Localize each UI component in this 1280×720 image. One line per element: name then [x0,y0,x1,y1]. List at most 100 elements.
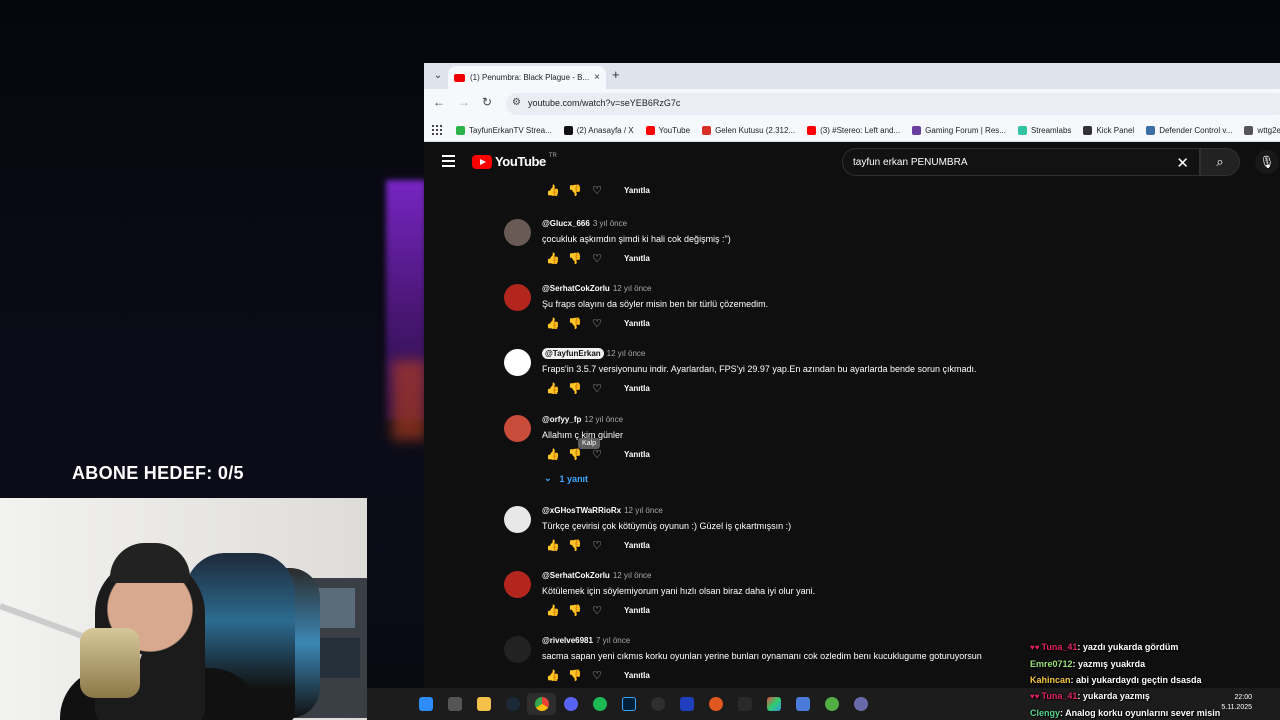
reply-button[interactable]: Yanıtla [624,186,650,195]
avatar[interactable] [504,284,531,311]
heart-icon[interactable]: ♡ [586,252,608,265]
app-icon[interactable] [701,693,730,715]
heart-icon[interactable]: ♡ [586,669,608,682]
windows-start-icon[interactable] [411,693,440,715]
avatar[interactable] [504,506,531,533]
bookmark-label: Defender Control v... [1159,125,1233,135]
obs-icon[interactable] [643,693,672,715]
app-circle-icon[interactable] [846,693,875,715]
bookmark-item[interactable]: wttg2e [1244,125,1280,135]
like-icon[interactable]: 👍 [542,604,564,617]
comment-author[interactable]: @SerhatCokZorlu [542,284,610,293]
avatar[interactable] [504,415,531,442]
apps-grid-icon[interactable] [432,125,442,135]
comment-author[interactable]: @TayfunErkan [542,348,604,359]
heart-icon[interactable]: ♡ [586,382,608,395]
steam-icon[interactable] [498,693,527,715]
dislike-icon[interactable]: 👎 [564,539,586,552]
bookmark-item[interactable]: YouTube [645,125,690,135]
discord-icon[interactable] [556,693,585,715]
reply-button[interactable]: Yanıtla [624,450,650,459]
like-icon[interactable]: 👍 [542,184,564,197]
heart-icon[interactable]: ♡ [586,448,608,461]
back-icon[interactable]: ← [433,95,445,109]
youtube-logo[interactable]: YouTube TR [472,152,557,169]
browser-window: ⌄ (1) Penumbra: Black Plague - B... × + … [424,63,1280,688]
bookmark-item[interactable]: (3) #Stereo: Left and... [807,125,900,135]
like-icon[interactable]: 👍 [542,669,564,682]
reply-button[interactable]: Yanıtla [624,384,650,393]
dislike-icon[interactable]: 👎 [564,317,586,330]
bookmark-item[interactable]: Gaming Forum | Res... [912,125,1006,135]
avatar[interactable] [504,636,531,663]
heart-icon[interactable]: ♡ [586,184,608,197]
reply-button[interactable]: Yanıtla [624,606,650,615]
heart-icon[interactable]: ♡ [586,539,608,552]
reply-button[interactable]: Yanıtla [624,254,650,263]
bookmark-item[interactable]: Defender Control v... [1146,125,1233,135]
menu-icon[interactable] [442,155,455,167]
heart-icon[interactable]: ♡ [586,604,608,617]
remote-desktop-icon[interactable] [788,693,817,715]
search-input[interactable]: tayfun erkan PENUMBRA ✕ [842,148,1200,176]
dislike-icon[interactable]: 👎 [564,669,586,682]
bookmark-item[interactable]: TayfunErkanTV Strea... [456,125,552,135]
dislike-icon[interactable]: 👎 [564,252,586,265]
reply-button[interactable]: Yanıtla [624,541,650,550]
bookmark-item[interactable]: Kick Panel [1083,125,1134,135]
comment-author[interactable]: @SerhatCokZorlu [542,571,610,580]
bookmark-item[interactable]: Streamlabs [1017,125,1071,135]
comment-meta: @xGHosTWaRRioRx 12 yıl önce [542,506,663,515]
file-explorer-icon[interactable] [469,693,498,715]
tab-search-icon[interactable]: ⌄ [430,67,446,85]
bookmark-item[interactable]: Gelen Kutusu (2.312... [702,125,795,135]
search-button[interactable]: ⌕ [1200,148,1240,176]
dislike-icon[interactable]: 👎 [564,382,586,395]
xbox-icon[interactable] [817,693,846,715]
avatar[interactable] [504,349,531,376]
new-tab-button[interactable]: + [612,67,620,82]
spotify-icon[interactable] [585,693,614,715]
replies-toggle[interactable]: ⌄ 1 yanıt [544,473,588,484]
heart-icon[interactable]: ♡ [586,317,608,330]
comment-author[interactable]: @rivelve6981 [542,636,593,645]
address-bar[interactable]: ⚙ youtube.com/watch?v=seYEB6RzG7c [506,93,1280,115]
dislike-icon[interactable]: 👎 [564,448,586,461]
chrome-icon[interactable] [527,693,556,715]
comment-timestamp[interactable]: 12 yıl önce [613,284,652,293]
dislike-icon[interactable]: 👎 [564,604,586,617]
region-code: TR [548,152,557,159]
tab-close-icon[interactable]: × [594,72,600,83]
comment-timestamp[interactable]: 12 yıl önce [607,349,646,358]
comment-author[interactable]: @xGHosTWaRRioRx [542,506,621,515]
photoshop-icon[interactable] [614,693,643,715]
comment-timestamp[interactable]: 12 yıl önce [624,506,663,515]
like-icon[interactable]: 👍 [542,539,564,552]
site-info-icon[interactable]: ⚙ [512,97,521,108]
forward-icon[interactable]: → [458,95,470,109]
vegas-icon[interactable] [672,693,701,715]
app-triangle-icon[interactable] [759,693,788,715]
like-icon[interactable]: 👍 [542,448,564,461]
dislike-icon[interactable]: 👎 [564,184,586,197]
epic-games-icon[interactable] [730,693,759,715]
like-icon[interactable]: 👍 [542,252,564,265]
clear-search-icon[interactable]: ✕ [1176,154,1189,172]
voice-search-icon[interactable]: 🎙 [1255,150,1279,174]
comment-timestamp[interactable]: 3 yıl önce [593,219,627,228]
comment-timestamp[interactable]: 12 yıl önce [584,415,623,424]
reload-icon[interactable]: ↻ [482,95,492,109]
reply-button[interactable]: Yanıtla [624,671,650,680]
comment-author[interactable]: @Glucx_666 [542,219,590,228]
comment-timestamp[interactable]: 12 yıl önce [613,571,652,580]
reply-button[interactable]: Yanıtla [624,319,650,328]
comment-timestamp[interactable]: 7 yıl önce [596,636,630,645]
tab-youtube[interactable]: (1) Penumbra: Black Plague - B... × [448,66,606,89]
like-icon[interactable]: 👍 [542,382,564,395]
task-view-icon[interactable] [440,693,469,715]
like-icon[interactable]: 👍 [542,317,564,330]
comment-author[interactable]: @orfyy_fp [542,415,581,424]
bookmark-item[interactable]: (2) Anasayfa / X [563,125,634,135]
avatar[interactable] [504,219,531,246]
avatar[interactable] [504,571,531,598]
